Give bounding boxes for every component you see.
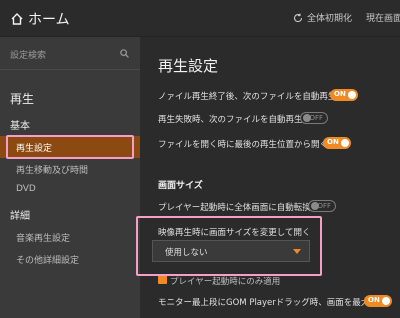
sidebar-group-basic: 基本 <box>10 121 30 132</box>
settings-search[interactable]: 設定検索 <box>0 37 140 69</box>
top-actions: 全体初期化 現在画面 <box>283 11 400 24</box>
setting-row-resume: ファイルを開く時に最後の再生位置から開く <box>158 140 329 150</box>
section-screen-size: 画面サイズ <box>158 181 203 191</box>
sidebar: 設定検索 再生 基本 再生設定 再生移動及び時間 DVD 詳細 音楽再生設定 そ… <box>0 37 140 318</box>
sidebar-item-other-advanced[interactable]: その他詳細設定 <box>0 248 140 270</box>
sidebar-item-label: その他詳細設定 <box>16 256 80 266</box>
divider <box>0 69 140 70</box>
refresh-icon <box>293 13 303 22</box>
setting-row-auto-fullscreen: プレイヤー起動時に全体画面に自動転換 <box>158 203 311 213</box>
sidebar-section-playback: 再生 <box>10 92 35 106</box>
page-title: 再生設定 <box>158 57 219 75</box>
highlight-box-resize <box>136 216 322 276</box>
toggle-auto-fullscreen[interactable]: OFF <box>308 200 336 212</box>
setting-row-resize-on-play: 映像再生時に画面サイズを変更して開く <box>158 228 311 238</box>
sidebar-item-label: DVD <box>16 184 36 194</box>
toggle-next-on-fail[interactable]: OFF <box>300 112 328 124</box>
reset-current-button[interactable]: 現在画面 <box>362 11 400 24</box>
toggle-state-label: OFF <box>317 202 331 210</box>
toggle-drag-maximize[interactable]: ON <box>364 295 392 307</box>
toggle-state-label: ON <box>327 138 339 146</box>
highlight-box-sidebar <box>6 135 134 159</box>
home-icon <box>11 13 23 25</box>
toggle-resume[interactable]: ON <box>323 137 351 149</box>
sidebar-item-label: 音楽再生設定 <box>16 234 71 244</box>
app-title: ホーム <box>28 12 70 28</box>
reset-all-label: 全体初期化 <box>306 14 352 24</box>
setting-row-auto-next: ノァイル再生終了後、次のファイルを自動再生 <box>158 92 337 102</box>
sidebar-item-seek-time[interactable]: 再生移動及び時間 <box>0 158 140 180</box>
sidebar-item-label: 再生移動及び時間 <box>16 166 89 176</box>
sidebar-item-dvd[interactable]: DVD <box>0 179 140 201</box>
toggle-state-label: ON <box>334 90 346 98</box>
search-icon[interactable] <box>120 49 129 58</box>
apply-on-launch-checkbox[interactable] <box>158 275 167 284</box>
toggle-knob <box>341 139 349 147</box>
setting-row-next-on-fail: 再生失敗時、次のファイルを自動再生 <box>158 115 303 125</box>
top-bar: ホーム 全体初期化 現在画面 <box>0 0 400 37</box>
sidebar-item-music-playback[interactable]: 音楽再生設定 <box>0 226 140 248</box>
toggle-state-label: ON <box>368 296 380 304</box>
toggle-knob <box>348 91 356 99</box>
search-input[interactable]: 設定検索 <box>10 48 46 61</box>
setting-row-drag-maximize: モニター最上段にGOM Playerドラッグ時、画面を最大化 <box>158 298 378 308</box>
reset-current-label: 現在画面 <box>366 14 400 24</box>
toggle-auto-next[interactable]: ON <box>330 89 358 101</box>
reset-all-button[interactable]: 全体初期化 <box>293 11 352 24</box>
home-button[interactable]: ホーム <box>10 9 70 29</box>
toggle-state-label: OFF <box>309 114 323 122</box>
toggle-knob <box>382 297 390 305</box>
sidebar-group-advanced: 詳細 <box>10 211 30 222</box>
apply-on-launch-label: プレイヤー起動時にのみ適用 <box>170 277 281 287</box>
